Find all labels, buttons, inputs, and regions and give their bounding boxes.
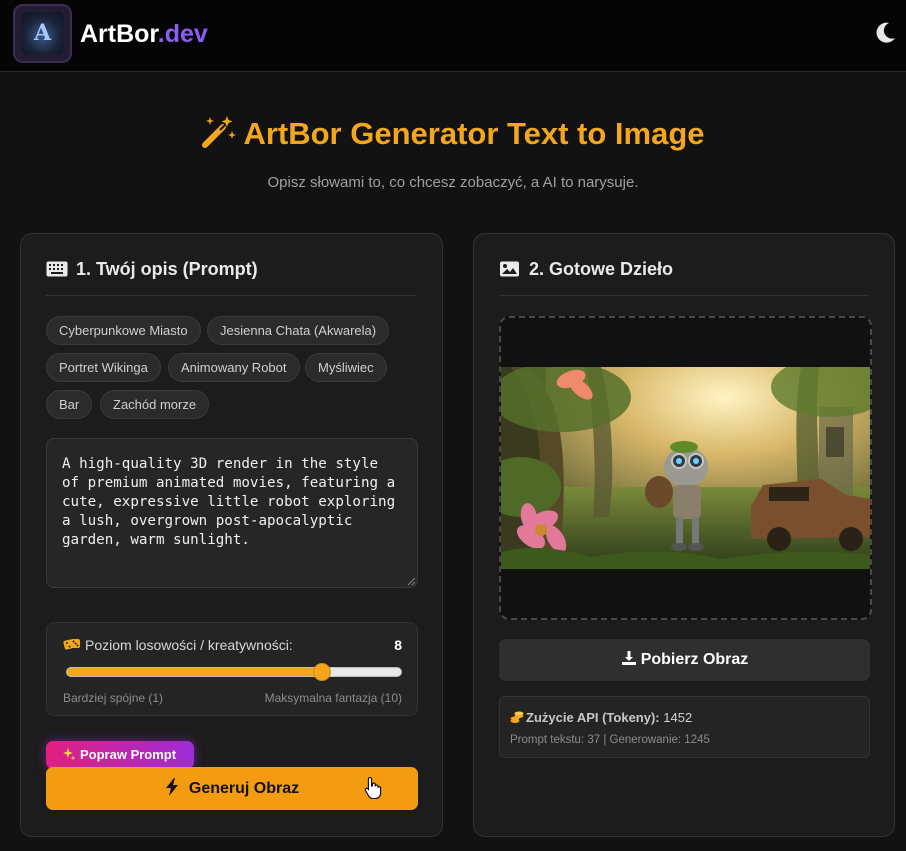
moon-icon[interactable] bbox=[876, 22, 896, 44]
resize-grip-icon[interactable] bbox=[407, 577, 416, 586]
lightning-bolt-icon bbox=[165, 778, 178, 796]
result-panel-title: 2. Gotowe Dzieło bbox=[529, 259, 674, 279]
chip-bar[interactable]: Bar bbox=[46, 390, 93, 419]
logo-image: A bbox=[21, 12, 64, 55]
sparkles-icon bbox=[63, 748, 76, 761]
generate-image-button[interactable]: Generuj Obraz bbox=[46, 767, 418, 810]
slider-fill bbox=[67, 668, 322, 676]
slider-thumb[interactable] bbox=[312, 663, 331, 681]
creativity-slider[interactable] bbox=[66, 663, 402, 681]
generate-image-label: Generuj Obraz bbox=[188, 780, 300, 797]
result-panel: 2. Gotowe Dzieło Pobierz Obraz Zużycie A… bbox=[473, 233, 895, 837]
creativity-slider-box: Poziom losowości / kreatywności: 8 Bardz… bbox=[46, 622, 418, 716]
improve-prompt-label: Popraw Prompt bbox=[80, 747, 177, 762]
chip-animated-robot[interactable]: Animowany Robot bbox=[168, 353, 300, 382]
generated-image[interactable] bbox=[501, 367, 872, 569]
top-bar: A ArtBor.dev bbox=[0, 0, 906, 72]
improve-prompt-button[interactable]: Popraw Prompt bbox=[46, 741, 194, 769]
brand-main: ArtBor bbox=[80, 20, 158, 48]
slider-value: 8 bbox=[394, 637, 402, 653]
download-image-label: Pobierz Obraz bbox=[640, 651, 749, 668]
result-panel-header: 2. Gotowe Dzieło bbox=[499, 259, 869, 296]
chip-fighter-jet[interactable]: Myśliwiec bbox=[305, 353, 387, 382]
slider-label-text: Poziom losowości / kreatywności: bbox=[85, 637, 293, 653]
prompt-panel: 1. Twój opis (Prompt) Cyberpunkowe Miast… bbox=[20, 233, 443, 837]
logo[interactable]: A bbox=[13, 4, 72, 63]
dice-icon bbox=[63, 639, 80, 650]
api-usage-box: Zużycie API (Tokeny): 1452 Prompt tekstu… bbox=[499, 696, 870, 758]
chip-autumn-cottage[interactable]: Jesienna Chata (Akwarela) bbox=[207, 316, 390, 345]
brand-name[interactable]: ArtBor.dev bbox=[80, 20, 208, 49]
hand-pointer-icon bbox=[364, 776, 382, 800]
api-usage-value: 1452 bbox=[663, 710, 693, 725]
api-usage-total: Zużycie API (Tokeny): 1452 bbox=[510, 710, 692, 725]
download-image-button[interactable]: Pobierz Obraz bbox=[499, 639, 870, 681]
logo-letter: A bbox=[33, 20, 52, 46]
page-subtitle: Opisz słowami to, co chcesz zobaczyć, a … bbox=[267, 174, 639, 191]
generated-image-frame bbox=[499, 316, 872, 620]
slider-label: Poziom losowości / kreatywności: bbox=[63, 637, 293, 653]
api-usage-details: Prompt tekstu: 37 | Generowanie: 1245 bbox=[510, 734, 710, 746]
brand-suffix: .dev bbox=[157, 20, 208, 48]
image-icon bbox=[500, 261, 519, 277]
prompt-panel-header: 1. Twój opis (Prompt) bbox=[46, 259, 417, 296]
prompt-textarea[interactable]: A high-quality 3D render in the style of… bbox=[46, 438, 418, 588]
magic-wand-icon bbox=[202, 116, 237, 148]
download-icon bbox=[621, 651, 636, 665]
chip-sea-sunset[interactable]: Zachód morze bbox=[100, 390, 210, 419]
coins-icon bbox=[510, 711, 524, 723]
slider-max-label: Maksymalna fantazja (10) bbox=[264, 691, 402, 705]
keyboard-icon bbox=[46, 261, 68, 277]
page-title-text: ArtBor Generator Text to Image bbox=[243, 116, 705, 151]
api-usage-label: Zużycie API (Tokeny): bbox=[526, 710, 660, 725]
prompt-panel-title: 1. Twój opis (Prompt) bbox=[76, 259, 258, 279]
chip-cyberpunk-city[interactable]: Cyberpunkowe Miasto bbox=[46, 316, 201, 345]
chip-viking-portrait[interactable]: Portret Wikinga bbox=[46, 353, 161, 382]
page-title: ArtBor Generator Text to Image bbox=[0, 114, 906, 152]
slider-min-label: Bardziej spójne (1) bbox=[63, 691, 164, 705]
